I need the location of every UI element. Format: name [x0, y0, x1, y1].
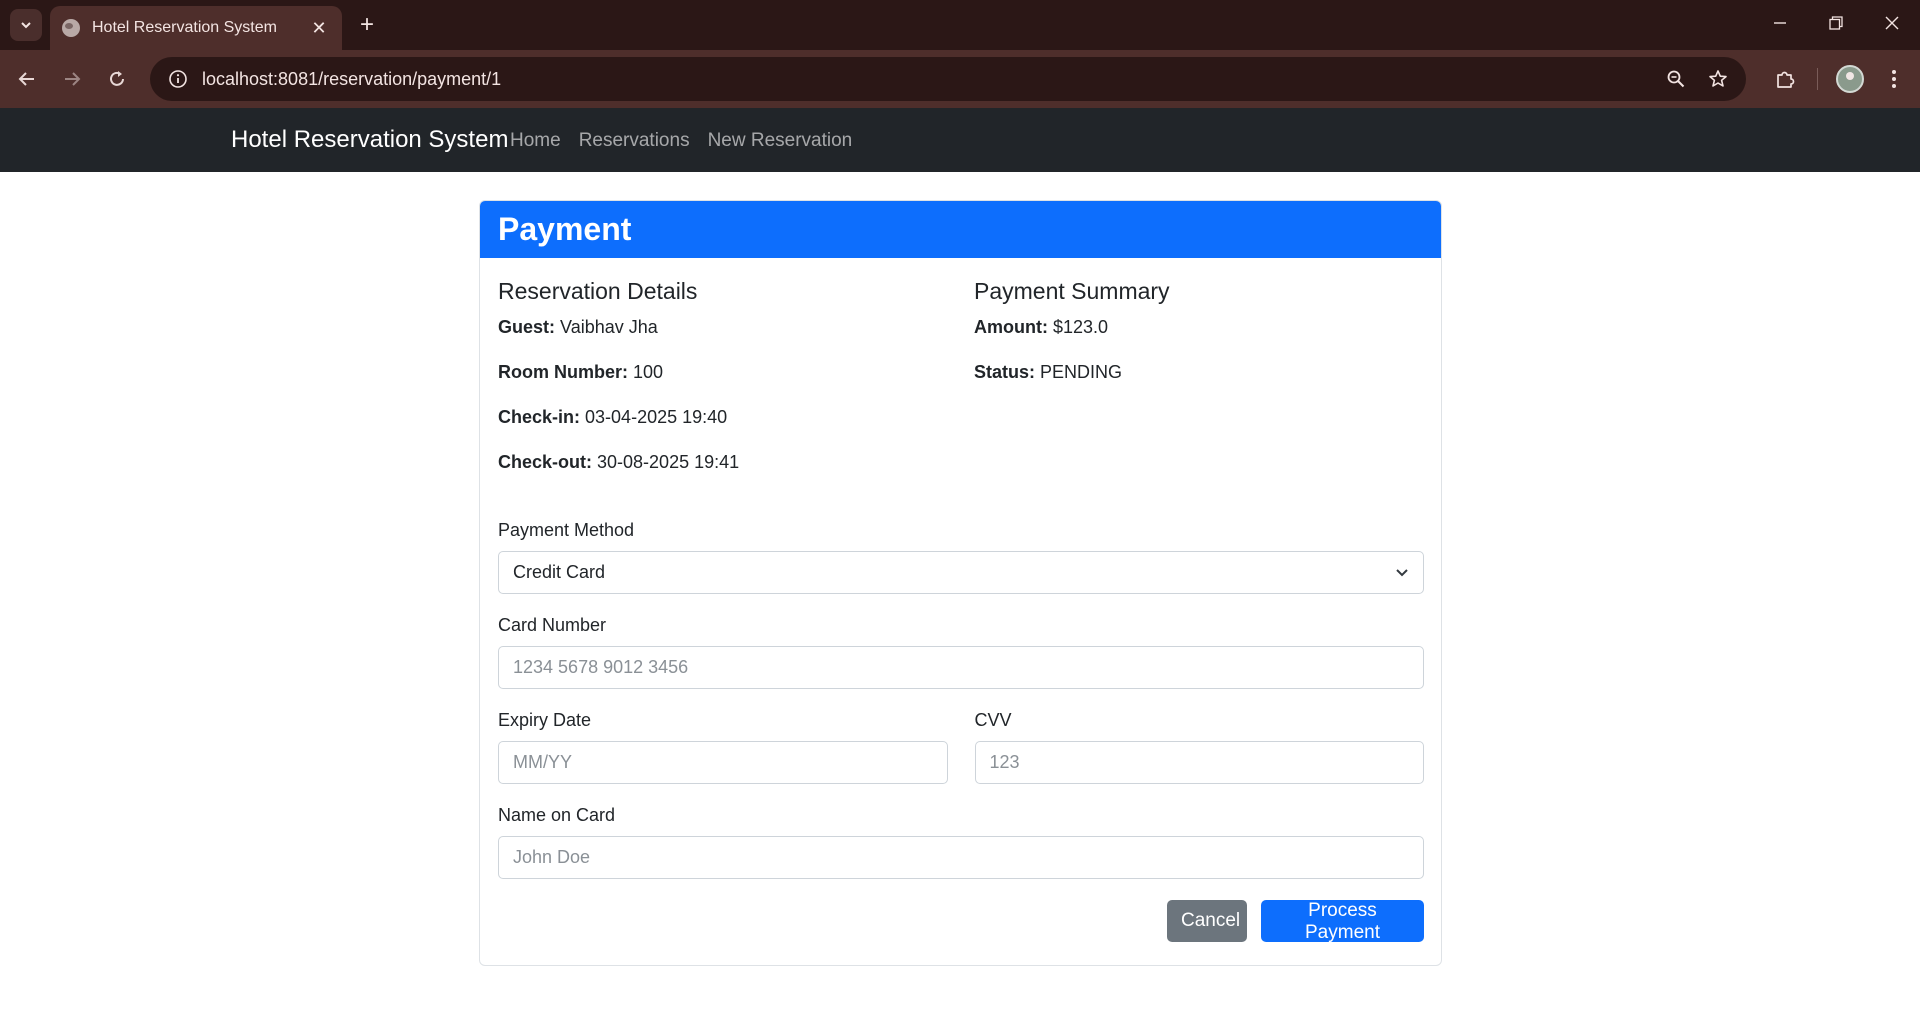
checkout-value: 30-08-2025 19:41: [597, 452, 740, 472]
cancel-button[interactable]: Cancel: [1167, 900, 1247, 942]
payment-form: Payment Method Credit Card Card Number E…: [498, 520, 1424, 943]
kebab-menu-icon[interactable]: [1872, 57, 1916, 101]
amount-row: Amount: $123.0: [974, 317, 1424, 339]
status-label: Status:: [974, 362, 1036, 382]
forward-icon[interactable]: [55, 62, 89, 96]
name-on-card-input[interactable]: [498, 836, 1424, 879]
profile-avatar[interactable]: [1828, 57, 1872, 101]
nav-link-new-reservation[interactable]: New Reservation: [708, 130, 853, 152]
avatar: [1836, 65, 1864, 93]
tab-title: Hotel Reservation System: [92, 19, 277, 36]
status-row: Status: PENDING: [974, 362, 1424, 384]
checkin-label: Check-in:: [498, 407, 581, 427]
toolbar-divider: [1817, 68, 1818, 90]
expiry-cvv-row: Expiry Date CVV: [498, 710, 1424, 784]
close-window-icon[interactable]: [1864, 0, 1920, 46]
chevron-down-icon: [1396, 569, 1408, 577]
page-title: Payment: [498, 211, 632, 247]
globe-icon: [62, 19, 80, 37]
window-controls: [1752, 0, 1920, 50]
bookmark-star-icon[interactable]: [1700, 61, 1736, 97]
amount-label: Amount:: [974, 317, 1048, 337]
reservation-details-heading: Reservation Details: [498, 278, 698, 304]
expiry-input[interactable]: [498, 741, 948, 784]
new-tab-button[interactable]: +: [352, 10, 382, 40]
card-number-input[interactable]: [498, 646, 1424, 689]
nav-link-reservations[interactable]: Reservations: [579, 130, 690, 152]
status-value: PENDING: [1040, 362, 1123, 382]
guest-value: Vaibhav Jha: [560, 317, 658, 337]
browser-toolbar: localhost:8081/reservation/payment/1: [0, 50, 1920, 108]
reservation-details: Reservation Details Guest: Vaibhav Jha R…: [498, 278, 948, 497]
extensions-icon[interactable]: [1763, 57, 1807, 101]
card-header: Payment: [480, 201, 1441, 258]
expiry-group: Expiry Date: [498, 710, 948, 784]
nav-link-home[interactable]: Home: [510, 130, 561, 152]
card-body: Reservation Details Guest: Vaibhav Jha R…: [480, 258, 1441, 943]
card-number-label: Card Number: [498, 615, 607, 635]
cvv-group: CVV: [974, 710, 1424, 784]
navbar-brand[interactable]: Hotel Reservation System: [231, 126, 508, 154]
amount-value: $123.0: [1053, 317, 1109, 337]
tab-search-button[interactable]: [10, 9, 42, 41]
guest-label: Guest:: [498, 317, 556, 337]
checkin-row: Check-in: 03-04-2025 19:40: [498, 407, 948, 429]
zoom-icon[interactable]: [1658, 61, 1694, 97]
browser-tab[interactable]: Hotel Reservation System ✕: [50, 6, 342, 50]
name-on-card-group: Name on Card: [498, 805, 1424, 879]
checkout-row: Check-out: 30-08-2025 19:41: [498, 452, 948, 474]
payment-method-label: Payment Method: [498, 520, 635, 540]
nav-links: Home Reservations New Reservation: [510, 130, 852, 152]
room-row: Room Number: 100: [498, 362, 948, 384]
restore-icon[interactable]: [1808, 0, 1864, 46]
address-bar[interactable]: localhost:8081/reservation/payment/1: [150, 57, 1746, 101]
payment-method-select[interactable]: Credit Card: [498, 551, 1424, 594]
payment-summary-heading: Payment Summary: [974, 278, 1170, 304]
payment-card: Payment Reservation Details Guest: Vaibh…: [479, 200, 1442, 966]
payment-method-value: Credit Card: [498, 551, 1424, 594]
checkin-value: 03-04-2025 19:40: [585, 407, 728, 427]
browser-tab-bar: Hotel Reservation System ✕ +: [0, 0, 1920, 50]
reload-icon[interactable]: [100, 62, 134, 96]
chevron-down-icon: [21, 22, 31, 29]
room-value: 100: [633, 362, 664, 382]
tab-close-icon[interactable]: ✕: [308, 18, 330, 39]
checkout-label: Check-out:: [498, 452, 592, 472]
back-icon[interactable]: [10, 62, 44, 96]
cvv-input[interactable]: [974, 741, 1424, 784]
url-text: localhost:8081/reservation/payment/1: [202, 68, 502, 89]
room-label: Room Number:: [498, 362, 628, 382]
card-number-group: Card Number: [498, 615, 1424, 689]
minimize-icon[interactable]: [1752, 0, 1808, 46]
form-actions: Cancel Process Payment: [498, 900, 1424, 943]
app-navbar: Hotel Reservation System Home Reservatio…: [0, 108, 1920, 172]
site-info-icon[interactable]: [156, 57, 200, 101]
expiry-label: Expiry Date: [498, 710, 592, 730]
name-on-card-label: Name on Card: [498, 805, 616, 825]
payment-summary: Payment Summary Amount: $123.0 Status: P…: [974, 278, 1424, 407]
cvv-label: CVV: [974, 710, 1012, 730]
process-payment-button[interactable]: Process Payment: [1261, 900, 1424, 943]
payment-method-group: Payment Method Credit Card: [498, 520, 1424, 594]
guest-row: Guest: Vaibhav Jha: [498, 317, 948, 339]
